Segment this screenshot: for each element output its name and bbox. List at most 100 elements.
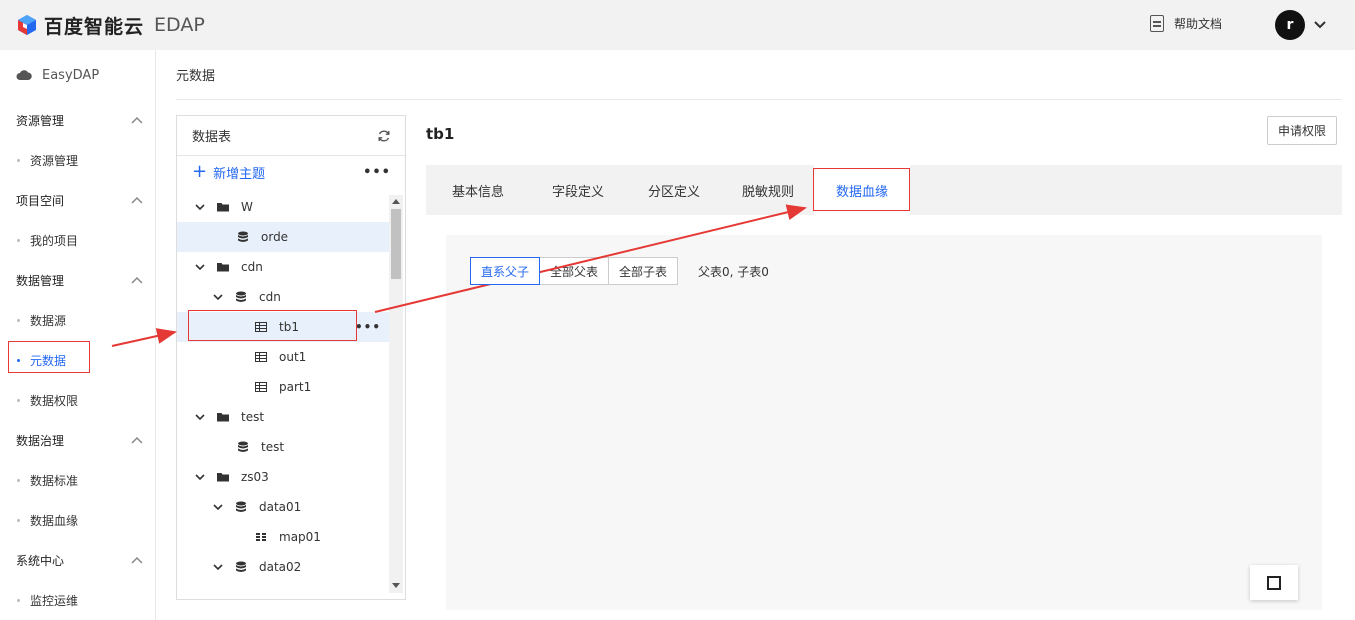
tree-scrollbar[interactable]: [389, 195, 403, 593]
scroll-up-icon[interactable]: [392, 199, 400, 204]
scrollbar-thumb[interactable]: [391, 209, 401, 279]
tree-node-folder[interactable]: zs03: [177, 462, 389, 492]
table-icon: [255, 322, 267, 332]
sidebar-group-data-management[interactable]: 数据管理: [0, 260, 155, 300]
page-title: 元数据: [176, 69, 216, 84]
tree-node-database[interactable]: orde: [177, 222, 389, 252]
chevron-down-icon[interactable]: [195, 472, 205, 482]
tree-list: W orde cdn cdn tb1 ••• out1 part1 test t…: [177, 192, 389, 599]
database-icon: [238, 441, 248, 452]
chevron-down-icon[interactable]: [1313, 18, 1327, 32]
sidebar-group-label: 系统中心: [16, 553, 65, 568]
tree-node-database[interactable]: cdn: [177, 282, 389, 312]
more-icon[interactable]: •••: [355, 320, 381, 334]
sidebar-item-datasource[interactable]: 数据源: [0, 300, 155, 340]
chevron-up-icon: [131, 196, 143, 204]
tree-node-map[interactable]: map01: [177, 522, 389, 552]
tab-partition-definition[interactable]: 分区定义: [626, 165, 722, 215]
tab-basic-info[interactable]: 基本信息: [426, 165, 530, 215]
sidebar-item-resource[interactable]: 资源管理: [0, 140, 155, 180]
tree-node-label: zs03: [241, 470, 269, 484]
chevron-down-icon[interactable]: [195, 262, 205, 272]
lineage-option-all-children[interactable]: 全部子表: [608, 257, 678, 285]
tree-node-label: data01: [259, 500, 302, 514]
sidebar-group-project[interactable]: 项目空间: [0, 180, 155, 220]
lineage-option-all-parents[interactable]: 全部父表: [539, 257, 609, 285]
product-name: EDAP: [154, 14, 205, 36]
tree-node-label: orde: [261, 230, 289, 244]
tree-node-folder[interactable]: W: [177, 192, 389, 222]
lineage-option-direct[interactable]: 直系父子: [470, 257, 540, 285]
tree-node-label: cdn: [241, 260, 263, 274]
user-avatar[interactable]: r: [1275, 10, 1305, 40]
fit-view-button[interactable]: [1250, 565, 1298, 600]
tree-node-folder[interactable]: cdn: [177, 252, 389, 282]
chevron-down-icon[interactable]: [213, 292, 223, 302]
tree-node-label: map01: [279, 530, 321, 544]
tree-node-label: tb1: [279, 320, 299, 334]
tree-node-database[interactable]: data01: [177, 492, 389, 522]
chevron-down-icon[interactable]: [195, 412, 205, 422]
tree-node-label: data02: [259, 560, 302, 574]
sidebar-item-data-standard[interactable]: 数据标准: [0, 460, 155, 500]
help-docs-link[interactable]: 帮助文档: [1150, 15, 1222, 32]
lineage-counts: 父表0, 子表0: [698, 265, 769, 279]
refresh-icon[interactable]: [377, 129, 391, 143]
help-docs-label: 帮助文档: [1174, 17, 1223, 31]
tree-node-database[interactable]: test: [177, 432, 389, 462]
sidebar-app-label: EasyDAP: [42, 67, 100, 83]
sidebar: EasyDAP 资源管理 资源管理 项目空间 我的项目 数据管理 数据源 元数据…: [0, 50, 156, 620]
sidebar-item-data-permission[interactable]: 数据权限: [0, 380, 155, 420]
sidebar-item-monitoring[interactable]: 监控运维: [0, 580, 155, 620]
chevron-down-icon[interactable]: [213, 562, 223, 572]
sidebar-item-my-projects[interactable]: 我的项目: [0, 220, 155, 260]
tree-node-label: cdn: [259, 290, 281, 304]
chevron-up-icon: [131, 116, 143, 124]
tab-field-definition[interactable]: 字段定义: [530, 165, 626, 215]
scroll-down-icon[interactable]: [392, 583, 400, 588]
table-icon: [255, 382, 267, 392]
sidebar-item-metadata[interactable]: 元数据: [0, 340, 155, 380]
square-icon: [1267, 575, 1281, 590]
detail-tabs: 基本信息 字段定义 分区定义 脱敏规则 数据血缘: [426, 165, 1342, 215]
chevron-down-icon[interactable]: [213, 502, 223, 512]
apply-permission-button[interactable]: 申请权限: [1267, 116, 1337, 145]
sidebar-app-name[interactable]: EasyDAP: [0, 50, 155, 100]
tree-node-table[interactable]: nba01: [177, 592, 389, 599]
tab-data-lineage[interactable]: 数据血缘: [814, 165, 910, 215]
folder-icon: [217, 203, 229, 212]
database-icon: [236, 291, 246, 302]
tree-title: 数据表: [192, 130, 232, 145]
tree-node-label: part1: [279, 380, 312, 394]
more-icon[interactable]: •••: [363, 165, 391, 180]
tab-masking-rules[interactable]: 脱敏规则: [722, 165, 814, 215]
sidebar-group-system-center[interactable]: 系统中心: [0, 540, 155, 580]
tree-node-table[interactable]: out1: [177, 342, 389, 372]
tree-node-table[interactable]: part1: [177, 372, 389, 402]
tree-node-table-tb1[interactable]: tb1 •••: [177, 312, 389, 342]
baidu-cloud-logo-icon: [18, 15, 36, 35]
tree-node-database[interactable]: data02: [177, 552, 389, 582]
chevron-down-icon[interactable]: [195, 202, 205, 212]
sidebar-group-label: 资源管理: [16, 113, 65, 128]
brand-logo[interactable]: 百度智能云 EDAP: [16, 12, 205, 39]
detail-title: tb1: [426, 125, 455, 143]
table-icon: [255, 352, 267, 362]
sidebar-group-label: 项目空间: [16, 193, 65, 208]
tree-node-folder[interactable]: test: [177, 402, 389, 432]
chevron-up-icon: [131, 276, 143, 284]
add-topic-button[interactable]: + 新增主题: [192, 163, 265, 182]
sidebar-group-label: 数据治理: [16, 433, 65, 448]
top-header: 百度智能云 EDAP 帮助文档 r: [0, 0, 1355, 50]
brand-name: 百度智能云: [44, 15, 145, 38]
lineage-canvas[interactable]: 直系父子 全部父表 全部子表 父表0, 子表0: [446, 235, 1322, 610]
sidebar-group-resource[interactable]: 资源管理: [0, 100, 155, 140]
sidebar-group-data-governance[interactable]: 数据治理: [0, 420, 155, 460]
sidebar-item-data-lineage[interactable]: 数据血缘: [0, 500, 155, 540]
chevron-up-icon: [131, 556, 143, 564]
database-icon: [236, 501, 246, 512]
tree-node-label: out1: [279, 350, 307, 364]
cloud-icon: [16, 70, 32, 80]
table-tree-panel: 数据表 + 新增主题 ••• W orde cdn cdn tb1 ••• ou…: [176, 115, 406, 600]
document-icon: [1150, 15, 1164, 32]
